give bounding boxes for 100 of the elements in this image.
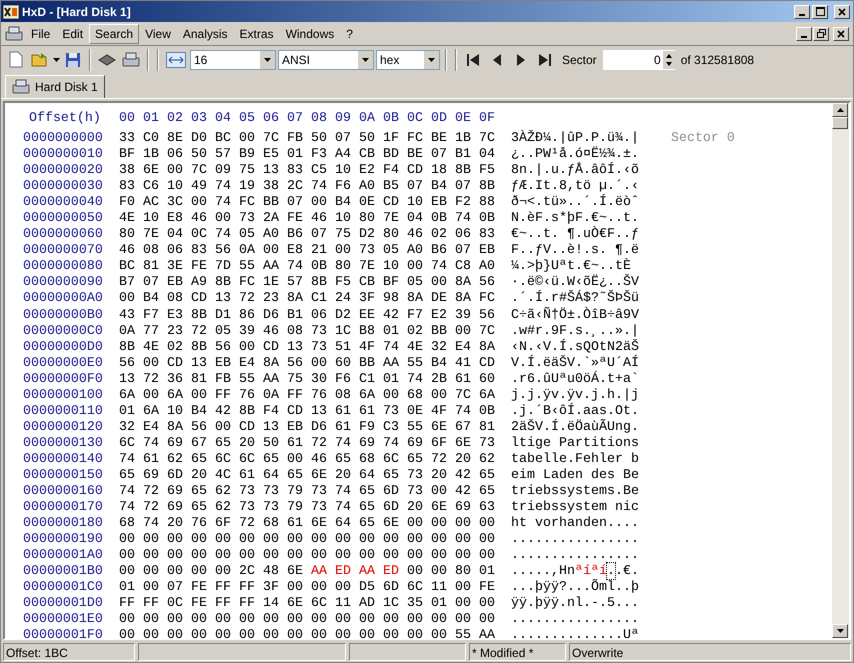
text-char: P [559,434,567,451]
text-char: . [519,611,527,628]
hex-byte: 00 [479,515,496,532]
restore-icon [816,29,826,38]
hex-byte: 68 [407,386,424,403]
hex-byte: 07 [455,242,472,258]
hex-byte: 56 [215,242,232,258]
sector-spin-field[interactable]: 0 [602,50,675,70]
hex-byte: 00 [119,290,136,307]
close-button[interactable] [834,4,850,18]
hex-byte: 00 [119,547,136,564]
hex-byte: E4 [143,418,160,435]
text-char: e [535,483,543,500]
vertical-scrollbar[interactable] [832,103,849,638]
text-char: t [599,338,607,355]
menu-item[interactable]: Search [89,24,140,44]
hex-byte: 01 [383,322,400,339]
disk-drive-icon[interactable] [5,26,23,42]
hex-byte: 23 [263,290,280,307]
text-char: l [511,434,519,451]
scroll-thumb[interactable] [832,117,848,129]
menu-item[interactable]: View [139,24,177,44]
menu-item[interactable]: ? [340,24,359,44]
hex-byte: CB [359,146,376,162]
text-char: . [623,531,631,548]
text-char: Í [631,354,639,371]
hex-byte: 1B [143,146,160,162]
hex-byte: 50 [191,146,208,162]
hex-byte: 8B [191,306,208,323]
minimize-button[interactable] [796,26,812,40]
text-char: è [567,242,575,258]
text-char: Š [623,274,631,290]
text-char: ü [631,290,639,307]
hex-byte: C1 [359,370,376,387]
text-char: . [551,242,559,258]
restore-button[interactable] [813,26,829,40]
menu-item[interactable]: Extras [234,24,280,44]
maximize-button[interactable] [812,4,828,18]
hex-byte: 73 [383,402,400,419]
text-char: . [543,547,551,564]
spin-arrows-icon[interactable] [662,50,675,68]
text-char: ÿ [551,595,559,612]
hex-byte: E2 [431,306,448,323]
menu-item[interactable]: Edit [56,24,90,44]
text-char: þ [567,210,575,226]
menu-item[interactable]: Analysis [176,24,234,44]
dropdown-arrow-icon[interactable] [53,58,60,62]
text-char: . [519,627,527,644]
hex-byte: 33 [119,130,136,146]
hex-byte: 21 [311,242,328,258]
row-offset: 0000000190 [23,531,104,548]
hex-byte: 6D [167,466,184,484]
text-char: Á [591,370,599,387]
hex-byte: 00 [287,531,304,548]
text-char: . [615,386,623,403]
hex-byte: 68 [359,450,376,467]
menu-item[interactable]: File [25,24,56,44]
text-char: . [607,194,615,210]
row-offset: 00000000C0 [23,322,104,339]
hex-byte: B4 [431,178,448,194]
text-char: Í [527,354,535,371]
document-tab[interactable]: Hard Disk 1 [5,75,105,98]
hex-byte: 05 [383,242,400,258]
text-char: ƒ [535,242,543,258]
hex-byte: F7 [143,306,160,323]
text-char: ? [591,290,599,307]
text-char: . [567,450,575,467]
hex-byte: 00 [215,563,232,580]
text-char: i [527,434,535,451]
text-char: . [543,418,551,435]
text-char: ¾ [615,130,623,146]
minimize-button[interactable] [794,4,810,18]
text-char: . [631,146,639,162]
scroll-down-button[interactable] [832,624,848,638]
text-char: . [607,627,615,644]
hex-byte: 1C [335,322,352,339]
hex-byte: 00 [143,611,160,628]
menu-item[interactable]: Windows [280,24,340,44]
hex-byte: BB [431,322,448,339]
scroll-up-button[interactable] [832,103,848,117]
hex-byte: 81 [191,370,208,387]
text-char: . [527,595,535,612]
charset-dropdown[interactable]: ANSI [278,50,374,70]
hex-byte: 00 [263,242,280,258]
hex-byte: 07 [287,194,304,210]
close-button[interactable] [833,26,849,40]
text-char: . [511,611,519,628]
offset-base-dropdown[interactable]: hex [376,50,440,70]
column-header: 08 [311,110,328,126]
text-char: . [583,162,591,178]
hex-byte: 00 [383,531,400,548]
hex-byte: 69 [455,499,472,516]
text-char: a [567,434,575,451]
bytes-per-row-dropdown[interactable]: 16 [190,50,276,70]
text-char: ¿ [599,274,607,290]
hex-byte: 62 [215,483,232,500]
hex-byte: 13 [311,402,328,419]
hex-byte: 00 [191,386,208,403]
hex-byte: 11 [335,595,352,612]
text-char: . [527,178,535,194]
